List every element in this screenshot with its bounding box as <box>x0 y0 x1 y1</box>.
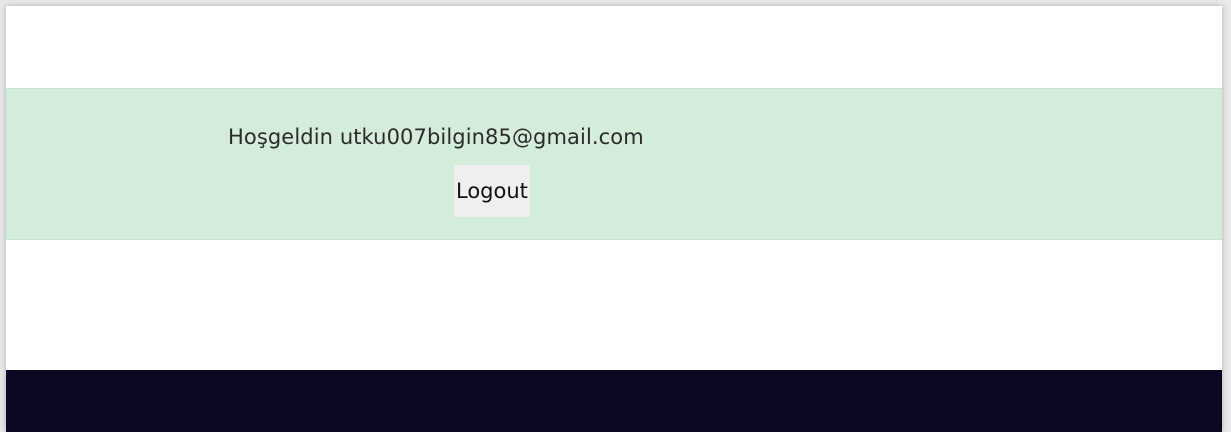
welcome-banner: Hoşgeldin utku007bilgin85@gmail.com Logo… <box>6 88 1222 240</box>
logout-button[interactable]: Logout <box>454 165 530 217</box>
welcome-message: Hoşgeldin utku007bilgin85@gmail.com <box>228 125 644 149</box>
page-frame: Hoşgeldin utku007bilgin85@gmail.com Logo… <box>6 6 1222 432</box>
footer-bar <box>6 370 1222 432</box>
